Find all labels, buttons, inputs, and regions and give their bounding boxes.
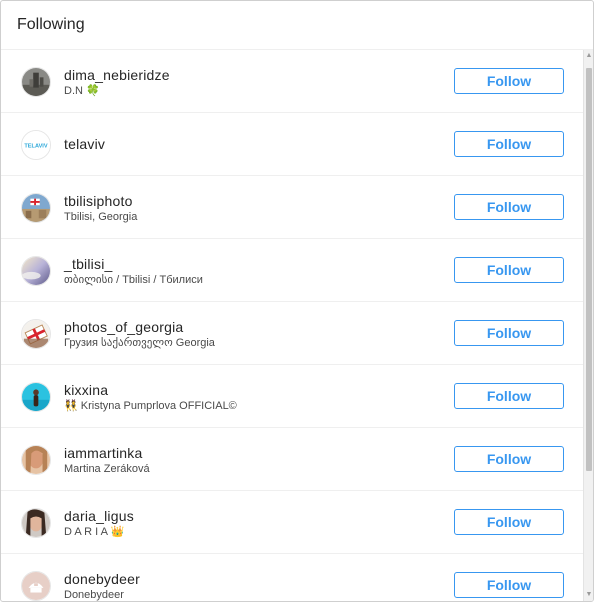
avatar[interactable] (21, 445, 51, 475)
scroll-up-arrow-icon[interactable]: ▲ (585, 52, 593, 60)
avatar[interactable] (21, 193, 51, 223)
username-link[interactable]: _tbilisi_ (64, 256, 203, 272)
following-list: dima_nebieridze D.N 🍀 Follow TELAVIV tel… (1, 50, 585, 601)
username-link[interactable]: dima_nebieridze (64, 67, 170, 83)
username-link[interactable]: donebydeer (64, 571, 140, 587)
follow-button[interactable]: Follow (454, 509, 564, 535)
user-names: daria_ligus D A R I A 👑 (64, 508, 134, 539)
follow-button[interactable]: Follow (454, 131, 564, 157)
telaviv-logo-avatar-icon: TELAVIV (22, 131, 50, 159)
dialog-header: Following (1, 1, 593, 50)
list-item: daria_ligus D A R I A 👑 Follow (1, 491, 585, 554)
full-name: 👯 Kristyna Pumprlova OFFICIAL© (64, 400, 237, 412)
avatar[interactable] (21, 319, 51, 349)
telaviv-logo-text: TELAVIV (24, 143, 47, 149)
follow-button[interactable]: Follow (454, 194, 564, 220)
full-name: Martina Zeráková (64, 463, 150, 475)
avatar[interactable] (21, 67, 51, 97)
list-item: _tbilisi_ თბილისი / Tbilisi / Тбилиси Fo… (1, 239, 585, 302)
list-item: donebydeer Donebydeer Follow (1, 554, 585, 601)
follow-button[interactable]: Follow (454, 383, 564, 409)
username-link[interactable]: tbilisiphoto (64, 193, 137, 209)
username-link[interactable]: telaviv (64, 136, 105, 152)
username-link[interactable]: daria_ligus (64, 508, 134, 524)
user-names: telaviv (64, 136, 105, 152)
full-name: D A R I A 👑 (64, 526, 125, 538)
full-name: D.N 🍀 (64, 85, 100, 97)
list-item: kixxina 👯 Kristyna Pumprlova OFFICIAL© F… (1, 365, 585, 428)
portrait-dark-avatar-icon (22, 509, 50, 537)
list-item: photos_of_georgia Грузия საქართველო Geor… (1, 302, 585, 365)
username-link[interactable]: kixxina (64, 382, 237, 398)
follow-button[interactable]: Follow (454, 572, 564, 598)
user-names: iammartinka Martina Zeráková (64, 445, 150, 476)
portrait-avatar-icon (22, 446, 50, 474)
user-names: kixxina 👯 Kristyna Pumprlova OFFICIAL© (64, 382, 237, 413)
scrollbar-thumb[interactable] (586, 68, 592, 471)
sky-avatar-icon (22, 257, 50, 285)
follow-button[interactable]: Follow (454, 257, 564, 283)
beach-person-avatar-icon (22, 383, 50, 411)
following-list-viewport[interactable]: dima_nebieridze D.N 🍀 Follow TELAVIV tel… (1, 50, 593, 601)
user-names: tbilisiphoto Tbilisi, Georgia (64, 193, 137, 224)
stone-tower-avatar-icon (22, 68, 50, 96)
avatar[interactable] (21, 571, 51, 601)
deer-logo-avatar-icon (22, 572, 50, 600)
list-item: tbilisiphoto Tbilisi, Georgia Follow (1, 176, 585, 239)
username-link[interactable]: photos_of_georgia (64, 319, 215, 335)
scrollbar[interactable]: ▲ ▼ (583, 50, 593, 601)
avatar[interactable] (21, 508, 51, 538)
username-link[interactable]: iammartinka (64, 445, 150, 461)
list-item: iammartinka Martina Zeráková Follow (1, 428, 585, 491)
list-item: TELAVIV telaviv Follow (1, 113, 585, 176)
following-dialog: Following dima_nebieridze D.N 🍀 Follow T… (0, 0, 594, 602)
follow-button[interactable]: Follow (454, 320, 564, 346)
dialog-title: Following (17, 16, 85, 33)
avatar[interactable]: TELAVIV (21, 130, 51, 160)
scroll-down-arrow-icon[interactable]: ▼ (585, 591, 593, 599)
user-names: donebydeer Donebydeer (64, 571, 140, 601)
follow-button[interactable]: Follow (454, 446, 564, 472)
user-names: _tbilisi_ თბილისი / Tbilisi / Тбилиси (64, 256, 203, 287)
avatar[interactable] (21, 256, 51, 286)
georgia-flag-avatar-icon (22, 320, 50, 348)
full-name: Donebydeer (64, 589, 124, 601)
full-name: Tbilisi, Georgia (64, 211, 138, 223)
full-name: Грузия საქართველო Georgia (64, 337, 215, 349)
full-name: თბილისი / Tbilisi / Тбилиси (64, 274, 203, 286)
user-names: dima_nebieridze D.N 🍀 (64, 67, 170, 98)
user-names: photos_of_georgia Грузия საქართველო Geor… (64, 319, 215, 350)
follow-button[interactable]: Follow (454, 68, 564, 94)
list-item: dima_nebieridze D.N 🍀 Follow (1, 50, 585, 113)
avatar[interactable] (21, 382, 51, 412)
city-flag-avatar-icon (22, 194, 50, 222)
